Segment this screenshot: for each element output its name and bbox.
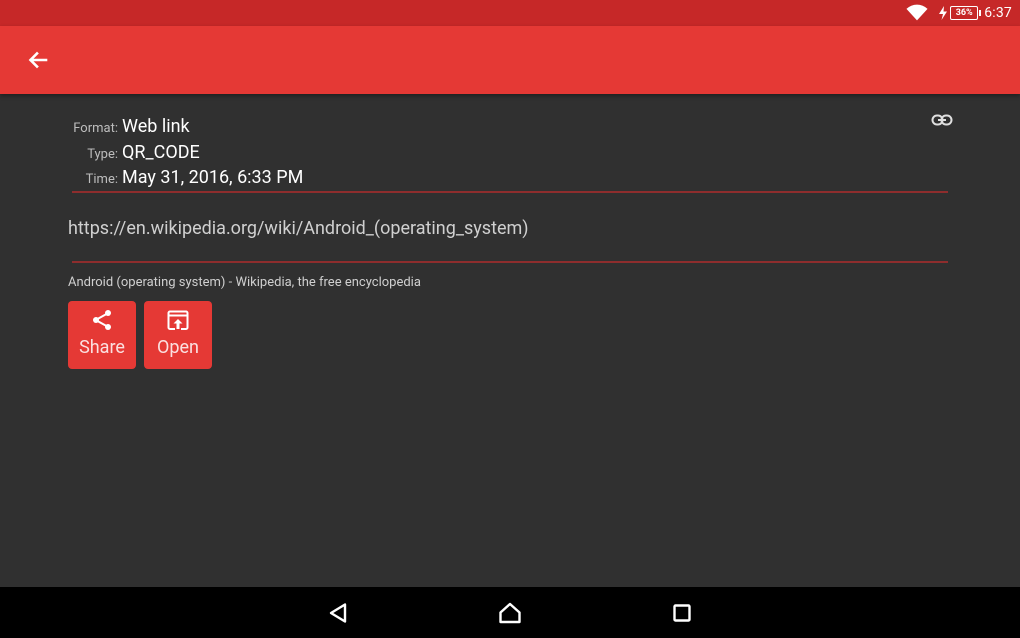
- link-icon: [931, 114, 953, 126]
- time-value: May 31, 2016, 6:33 PM: [122, 167, 304, 188]
- app-bar: [0, 26, 1020, 94]
- open-button-label: Open: [157, 337, 199, 358]
- nav-recents-button[interactable]: [662, 597, 702, 629]
- back-button[interactable]: [22, 46, 54, 74]
- battery-level: 36%: [955, 8, 973, 18]
- nav-home-icon: [499, 602, 521, 624]
- format-value: Web link: [122, 116, 190, 137]
- time-row: Time: May 31, 2016, 6:33 PM: [66, 167, 304, 188]
- nav-recents-icon: [673, 604, 691, 622]
- type-value: QR_CODE: [122, 142, 200, 163]
- type-row: Type: QR_CODE: [66, 142, 200, 163]
- status-bar: 36% 6:37: [0, 0, 1020, 26]
- share-icon: [93, 310, 111, 330]
- result-details: Format: Web link Type: QR_CODE Time: May…: [0, 94, 1020, 587]
- arrow-back-icon: [28, 51, 48, 69]
- divider: [72, 261, 948, 263]
- nav-back-icon: [329, 603, 347, 623]
- battery-icon: 36%: [950, 6, 982, 20]
- charging-bolt-icon: [939, 6, 948, 20]
- share-button-label: Share: [79, 337, 125, 358]
- format-row: Format: Web link: [66, 116, 190, 137]
- page-title: Android (operating system) - Wikipedia, …: [68, 275, 421, 290]
- open-in-browser-icon: [167, 310, 189, 330]
- nav-back-button[interactable]: [318, 597, 358, 629]
- time-label: Time:: [85, 172, 118, 187]
- type-label: Type:: [87, 147, 118, 162]
- divider: [72, 191, 948, 193]
- open-button[interactable]: Open: [144, 301, 212, 369]
- nav-home-button[interactable]: [490, 597, 530, 629]
- format-label: Format:: [73, 121, 118, 136]
- share-button[interactable]: Share: [68, 301, 136, 369]
- wifi-icon: [906, 4, 928, 21]
- status-time: 6:37: [984, 5, 1012, 21]
- url-text[interactable]: https://en.wikipedia.org/wiki/Android_(o…: [68, 218, 529, 239]
- navigation-bar: [0, 587, 1020, 638]
- status-icons: 36% 6:37: [906, 0, 1012, 26]
